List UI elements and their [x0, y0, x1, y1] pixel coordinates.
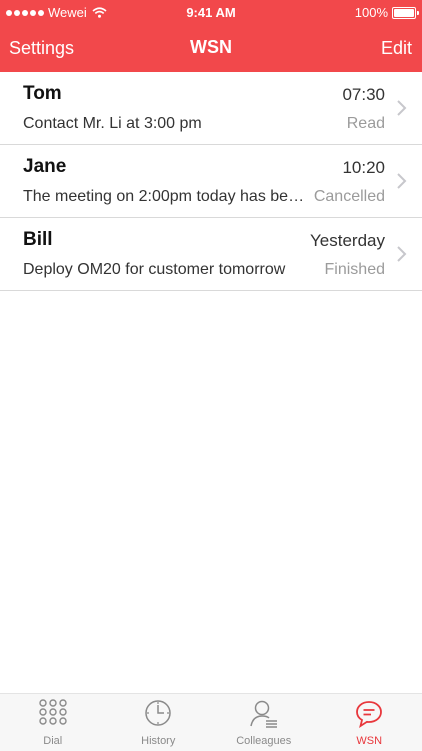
dialpad-icon: [38, 699, 68, 729]
sender-name: Bill: [23, 229, 53, 251]
message-row-tom[interactable]: Tom 07:30 Contact Mr. Li at 3:00 pm Read: [0, 72, 422, 145]
chevron-right-icon: [396, 99, 408, 117]
message-row-jane[interactable]: Jane 10:20 The meeting on 2:00pm today h…: [0, 145, 422, 218]
app-header: Wewei 9:41 AM 100% Settings WSN Edit: [0, 0, 422, 72]
tab-dial[interactable]: Dial: [0, 694, 106, 751]
tab-colleagues[interactable]: Colleagues: [211, 694, 317, 751]
message-preview: Contact Mr. Li at 3:00 pm: [23, 115, 308, 133]
tab-label: History: [106, 735, 212, 747]
contacts-icon: [249, 699, 279, 729]
chat-bubble-icon: [354, 699, 384, 729]
tab-label: Colleagues: [211, 735, 317, 747]
tab-bar: Dial History Colleagues WSN: [0, 693, 422, 751]
message-list: Tom 07:30 Contact Mr. Li at 3:00 pm Read…: [0, 72, 422, 291]
message-time: 07:30: [342, 85, 385, 105]
status-bar: Wewei 9:41 AM 100%: [0, 0, 422, 24]
battery-icon: [392, 7, 416, 19]
chevron-right-icon: [396, 172, 408, 190]
nav-bar: Settings WSN Edit: [0, 24, 422, 72]
clock-icon: [143, 699, 173, 729]
message-time: 10:20: [342, 158, 385, 178]
tab-label: WSN: [317, 735, 422, 747]
status-right: 100%: [355, 5, 416, 20]
sender-name: Tom: [23, 83, 62, 105]
message-preview: The meeting on 2:00pm today has been can…: [23, 188, 308, 206]
tab-history[interactable]: History: [106, 694, 212, 751]
message-status: Cancelled: [314, 188, 385, 206]
message-status: Read: [347, 115, 385, 133]
message-time: Yesterday: [310, 231, 385, 251]
chevron-right-icon: [396, 245, 408, 263]
message-preview: Deploy OM20 for customer tomorrow: [23, 261, 308, 279]
message-row-bill[interactable]: Bill Yesterday Deploy OM20 for customer …: [0, 218, 422, 291]
page-title: WSN: [0, 37, 422, 58]
edit-button[interactable]: Edit: [381, 38, 412, 59]
battery-percent: 100%: [355, 5, 388, 20]
tab-wsn[interactable]: WSN: [317, 694, 422, 751]
sender-name: Jane: [23, 156, 66, 178]
tab-label: Dial: [0, 735, 106, 747]
message-status: Finished: [325, 261, 385, 279]
